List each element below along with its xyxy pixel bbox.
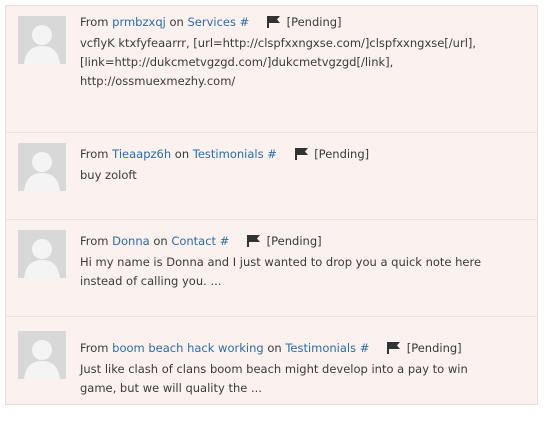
comment-text-line: Just like clash of clans boom beach migh… xyxy=(80,362,468,376)
flag-icon xyxy=(247,234,261,253)
comment-page-link[interactable]: Contact xyxy=(171,234,216,248)
on-label: on xyxy=(174,147,190,161)
comment-page-link[interactable]: Services xyxy=(187,15,236,29)
default-avatar-icon xyxy=(18,16,66,64)
on-label: on xyxy=(169,15,184,29)
default-avatar-icon xyxy=(18,331,66,379)
comment-page-link[interactable]: Testimonials xyxy=(285,341,356,355)
comment-text-line: http://ossmuexmezhy.com/ xyxy=(80,74,236,88)
comment-author-link[interactable]: Tieaapz6h xyxy=(112,147,171,161)
comment-text-line: instead of calling you. ... xyxy=(80,274,222,288)
flag-icon xyxy=(294,147,308,166)
comment-page-link[interactable]: Testimonials xyxy=(193,147,264,161)
comment-text: Just like clash of clans boom beach migh… xyxy=(80,360,527,398)
comment-text: vcflyK ktxfyfeaarrr, [url=http://clspfxx… xyxy=(80,34,527,91)
status-badge: [Pending] xyxy=(406,341,462,355)
flag-icon xyxy=(387,341,401,360)
comment-text-line: [link=http://dukcmetvgzgd.com/]dukcmetvg… xyxy=(80,55,394,69)
comment-item: From Donna on Contact # [Pending] Hi my … xyxy=(6,220,537,316)
comment-author-link[interactable]: prmbzxqj xyxy=(112,15,166,29)
permalink-hash[interactable]: # xyxy=(360,341,370,355)
comment-text: buy zoloft xyxy=(80,166,527,185)
comment-content: From Donna on Contact # [Pending] Hi my … xyxy=(80,232,527,291)
comment-text: Hi my name is Donna and I just wanted to… xyxy=(80,253,527,291)
comment-item: From Tieaapz6h on Testimonials # [Pendin… xyxy=(6,133,537,219)
comment-meta: From prmbzxqj on Services # [Pending] xyxy=(80,13,527,34)
permalink-hash[interactable]: # xyxy=(267,147,277,161)
status-badge: [Pending] xyxy=(286,15,342,29)
comment-text-line: Hi my name is Donna and I just wanted to… xyxy=(80,255,482,269)
comment-author-link[interactable]: Donna xyxy=(112,234,150,248)
from-label: From xyxy=(80,15,109,29)
status-badge: [Pending] xyxy=(266,234,322,248)
comment-item: From boom beach hack working on Testimon… xyxy=(6,317,537,405)
from-label: From xyxy=(80,341,109,355)
default-avatar-icon xyxy=(18,143,66,191)
from-label: From xyxy=(80,147,109,161)
comment-author-link[interactable]: boom beach hack working xyxy=(112,341,264,355)
comment-content: From prmbzxqj on Services # [Pending] vc… xyxy=(80,13,527,91)
permalink-hash[interactable]: # xyxy=(240,15,250,29)
permalink-hash[interactable]: # xyxy=(220,234,230,248)
comment-meta: From Tieaapz6h on Testimonials # [Pendin… xyxy=(80,145,527,166)
comment-text-line: vcflyK ktxfyfeaarrr, [url=http://clspfxx… xyxy=(80,36,477,50)
from-label: From xyxy=(80,234,109,248)
comment-item: From prmbzxqj on Services # [Pending] vc… xyxy=(6,6,537,132)
comment-meta: From boom beach hack working on Testimon… xyxy=(80,339,527,360)
default-avatar-icon xyxy=(18,230,66,278)
comment-list: From prmbzxqj on Services # [Pending] vc… xyxy=(5,5,538,405)
status-badge: [Pending] xyxy=(314,147,370,161)
comment-content: From Tieaapz6h on Testimonials # [Pendin… xyxy=(80,145,527,185)
comment-text-line: game, but we will quality the ... xyxy=(80,381,262,395)
comment-meta: From Donna on Contact # [Pending] xyxy=(80,232,527,253)
flag-icon xyxy=(266,15,280,34)
on-label: on xyxy=(267,341,282,355)
on-label: on xyxy=(153,234,168,248)
comment-text-line: buy zoloft xyxy=(80,168,137,182)
comment-content: From boom beach hack working on Testimon… xyxy=(80,339,527,398)
